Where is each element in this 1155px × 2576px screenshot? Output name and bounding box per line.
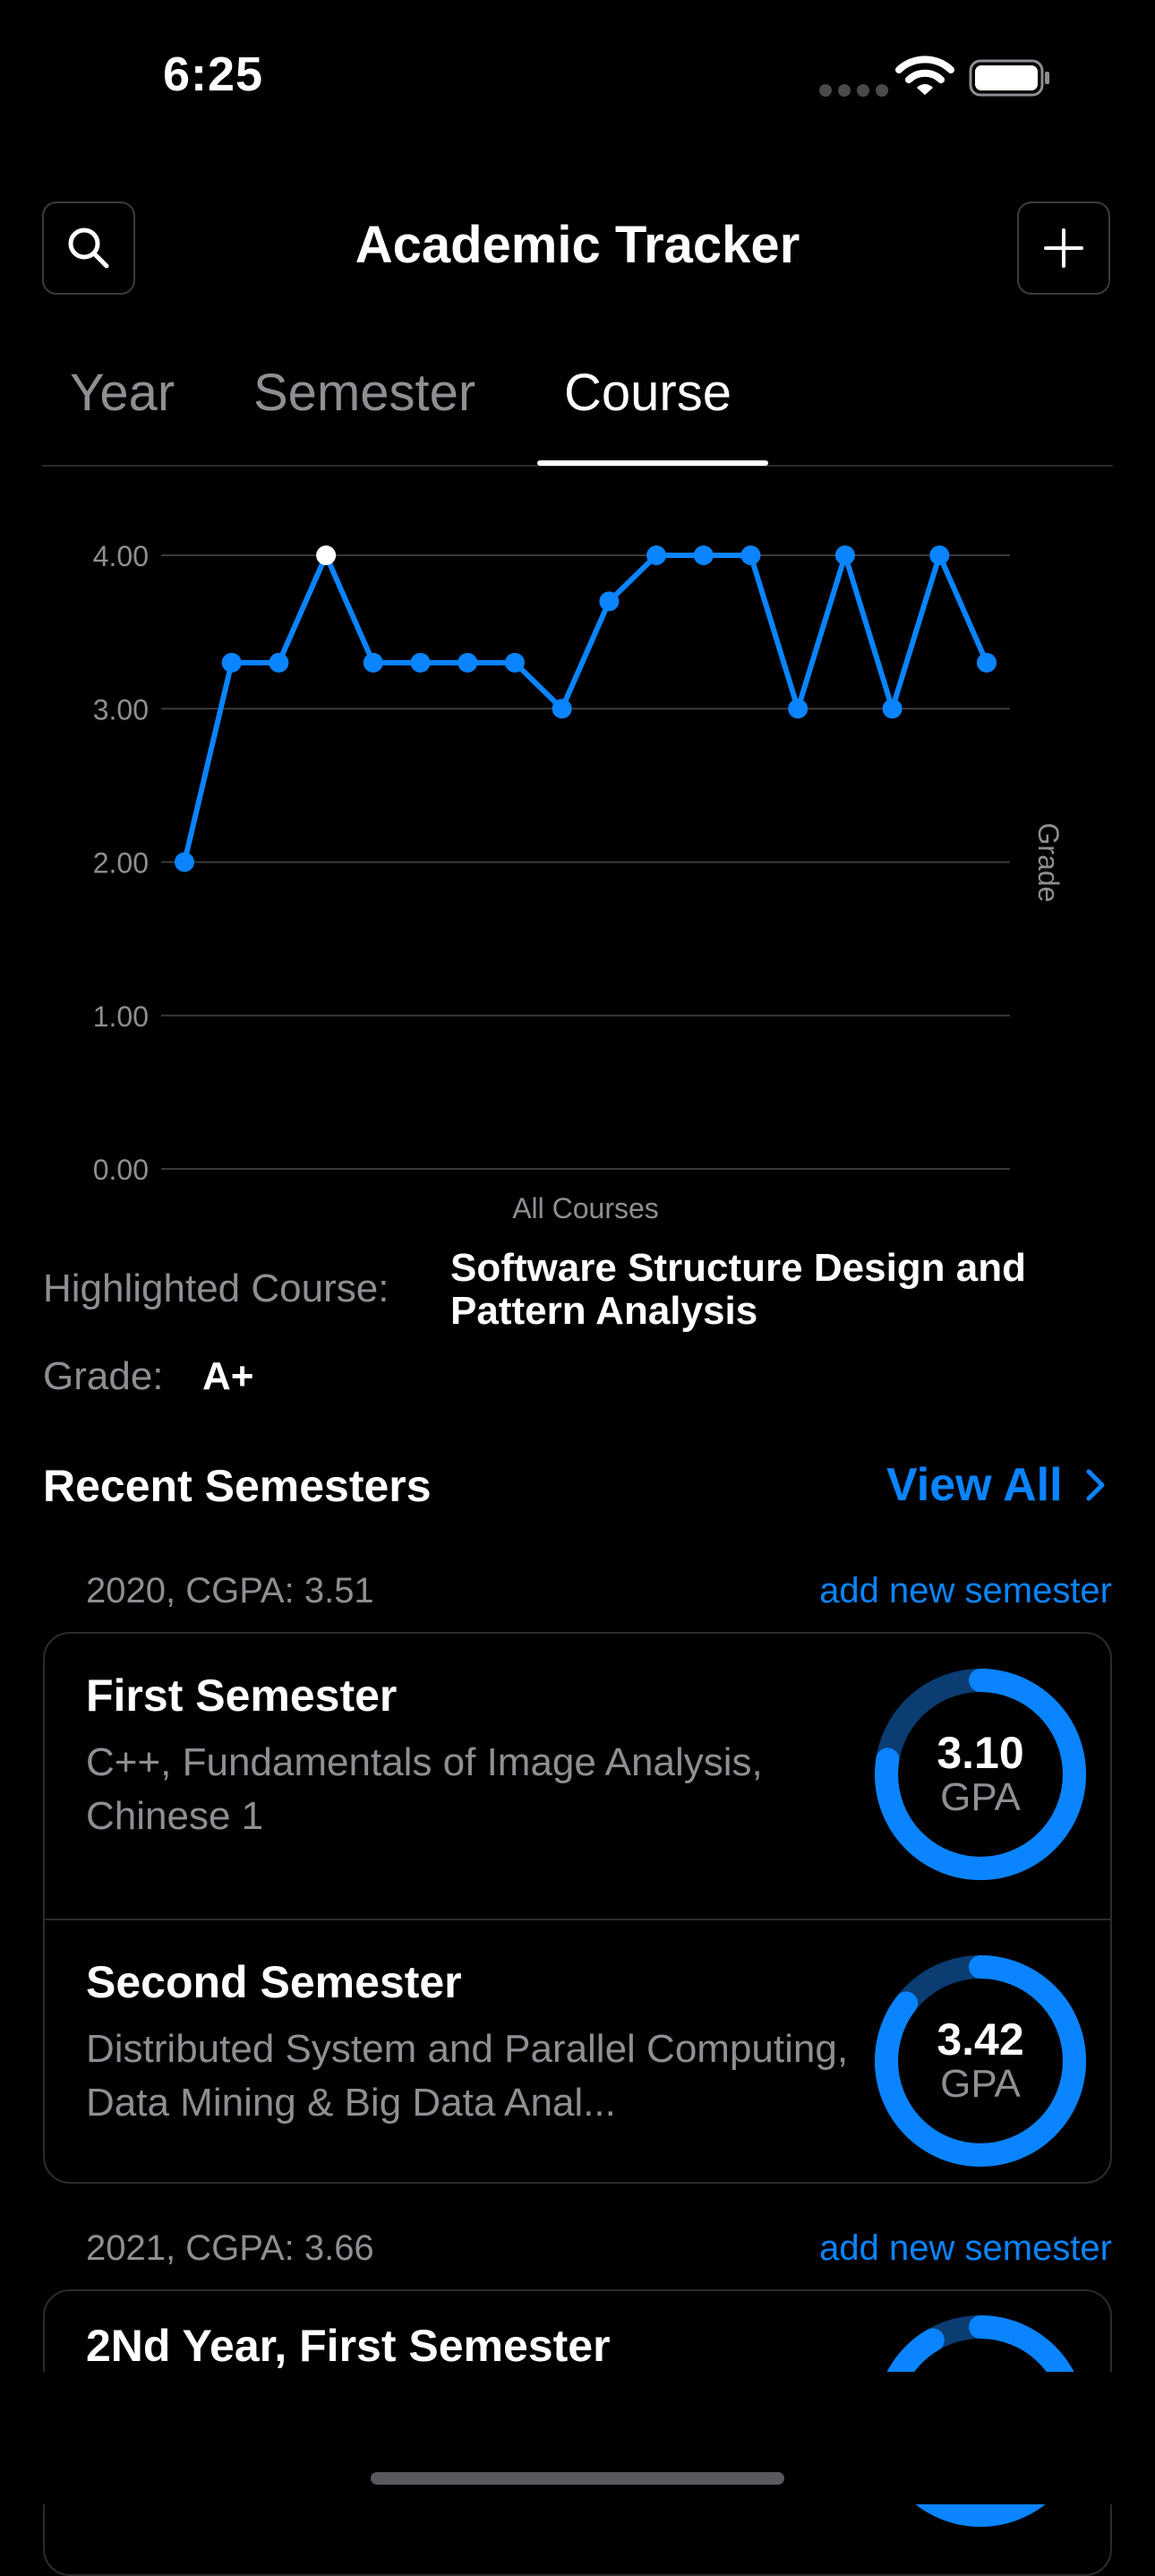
highlighted-course-label: Highlighted Course: [43, 1267, 389, 1310]
grade-label: Grade: [43, 1354, 164, 1398]
home-indicator[interactable] [371, 2472, 784, 2485]
data-point[interactable] [929, 545, 950, 565]
tab-active-indicator [537, 460, 768, 466]
y-axis-label: Grade [1032, 823, 1065, 903]
x-axis-label: All Courses [512, 1192, 659, 1224]
grade-value: A+ [202, 1354, 254, 1398]
semester-row[interactable]: Second Semester Distributed System and P… [45, 1919, 1110, 2182]
add-new-semester-link[interactable]: add new semester [752, 1571, 1112, 1611]
y-tick-label: 1.00 [93, 1000, 149, 1033]
gpa-display: 3.42 GPA [868, 1949, 1092, 2173]
data-point[interactable] [693, 545, 714, 565]
data-point[interactable] [221, 652, 242, 673]
cellular-signal-icon [819, 84, 888, 97]
data-point[interactable] [599, 591, 620, 612]
chevron-right-icon [1086, 1469, 1105, 1501]
data-point[interactable] [646, 545, 667, 565]
data-point[interactable] [363, 652, 383, 673]
gpa-value: 3.42 [937, 2014, 1024, 2065]
semester-row[interactable]: First Semester C++, Fundamentals of Imag… [45, 1634, 1110, 1919]
year-group-heading: 2020, CGPA: 3.51 [86, 1571, 374, 1610]
data-point[interactable] [977, 652, 997, 673]
semester-courses: Distributed System and Parallel Computin… [86, 2027, 849, 2125]
y-tick-label: 2.00 [93, 847, 149, 880]
data-point[interactable] [410, 652, 431, 673]
gpa-value: 3.10 [937, 1728, 1024, 1778]
status-time: 6:25 [163, 47, 264, 101]
data-point[interactable] [175, 852, 194, 872]
plus-icon [1044, 228, 1083, 268]
semester-card: First Semester C++, Fundamentals of Imag… [43, 1632, 1112, 2184]
semester-name: 2Nd Year, First Semester [86, 2321, 611, 2371]
y-tick-label: 3.00 [93, 693, 149, 726]
grade-line-chart[interactable]: 0.00 1.00 2.00 3.00 4.00 All Courses Grade [0, 502, 1155, 1236]
battery-icon [969, 59, 1049, 97]
recent-semesters-title: Recent Semesters [43, 1461, 432, 1511]
data-point[interactable] [269, 652, 289, 673]
gpa-display: 3.10 GPA [868, 1662, 1092, 1886]
data-point[interactable] [458, 652, 478, 673]
semester-name: Second Semester [86, 1957, 462, 2007]
data-point[interactable] [788, 699, 808, 719]
tab-course[interactable]: Course [564, 363, 732, 423]
data-point[interactable] [552, 699, 572, 719]
add-new-semester-link[interactable]: add new semester [752, 2228, 1112, 2269]
data-point[interactable] [740, 545, 761, 565]
semester-courses: C++, Fundamentals of Image Analysis, Chi… [86, 1740, 763, 1838]
view-all-link[interactable]: View All [886, 1458, 1106, 1512]
highlighted-course-name: Software Structure Design and Pattern An… [450, 1246, 1027, 1333]
y-tick-label: 4.00 [93, 540, 149, 572]
y-tick-label: 0.00 [93, 1154, 149, 1186]
data-point[interactable] [882, 699, 903, 719]
data-point[interactable] [834, 545, 855, 565]
gpa-label: GPA [940, 2062, 1021, 2106]
gpa-label: GPA [940, 1775, 1021, 1819]
page-title: Academic Tracker [355, 216, 800, 274]
tab-semester[interactable]: Semester [253, 363, 475, 423]
add-button[interactable] [1017, 202, 1110, 295]
tab-year[interactable]: Year [70, 363, 175, 423]
highlighted-data-point[interactable] [316, 545, 337, 565]
semester-name: First Semester [86, 1670, 398, 1721]
view-all-label: View All [886, 1459, 1063, 1511]
year-group-heading: 2021, CGPA: 3.66 [86, 2228, 374, 2268]
wifi-icon [895, 56, 954, 95]
data-point[interactable] [504, 652, 525, 673]
